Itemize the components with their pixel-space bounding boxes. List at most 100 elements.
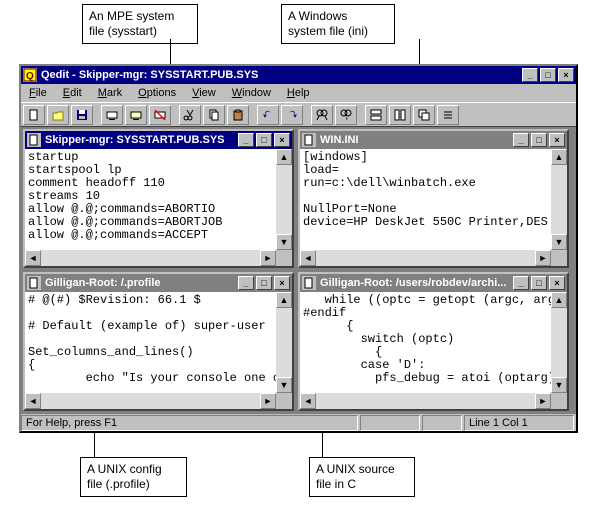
statusbar: For Help, press F1 Line 1 Col 1: [21, 413, 576, 431]
scroll-up-icon[interactable]: ▲: [276, 292, 292, 308]
menu-file[interactable]: FFileile: [23, 86, 53, 100]
scroll-down-icon[interactable]: ▼: [551, 234, 567, 250]
disconnect-icon[interactable]: [149, 105, 171, 125]
child-csrc-title: Gilligan-Root: /users/robdev/archi...: [320, 277, 511, 289]
minimize-button[interactable]: _: [513, 276, 529, 290]
maximize-button[interactable]: □: [256, 276, 272, 290]
menu-mark[interactable]: Mark: [92, 86, 128, 100]
vscrollbar[interactable]: ▲ ▼: [276, 149, 292, 250]
scroll-down-icon[interactable]: ▼: [551, 377, 567, 393]
hscrollbar[interactable]: ◄ ►: [300, 393, 567, 409]
callout-text: An MPE system file (sysstart): [89, 9, 174, 38]
scroll-left-icon[interactable]: ◄: [25, 393, 41, 409]
tile-h-icon[interactable]: [365, 105, 387, 125]
scroll-up-icon[interactable]: ▲: [276, 149, 292, 165]
child-csrc: Gilligan-Root: /users/robdev/archi... _ …: [298, 272, 569, 411]
vscrollbar[interactable]: ▲ ▼: [551, 292, 567, 393]
app-title: Qedit - Skipper-mgr: SYSSTART.PUB.SYS: [41, 69, 520, 81]
child-mpe-editor[interactable]: startup startspool lp comment headoff 11…: [25, 149, 276, 250]
child-mpe-title: Skipper-mgr: SYSSTART.PUB.SYS: [45, 134, 236, 146]
find-icon[interactable]: [311, 105, 333, 125]
minimize-button[interactable]: _: [522, 68, 538, 82]
menu-view[interactable]: View: [186, 86, 222, 100]
minimize-button[interactable]: _: [238, 133, 254, 147]
child-csrc-editor[interactable]: while ((optc = getopt (argc, arg #endif …: [300, 292, 551, 393]
scroll-right-icon[interactable]: ►: [260, 393, 276, 409]
scroll-right-icon[interactable]: ►: [535, 393, 551, 409]
cut-icon[interactable]: [179, 105, 201, 125]
hscrollbar[interactable]: ◄ ►: [25, 250, 292, 266]
paste-icon[interactable]: [227, 105, 249, 125]
child-csrc-titlebar[interactable]: Gilligan-Root: /users/robdev/archi... _ …: [300, 274, 567, 292]
new-doc-icon[interactable]: [23, 105, 45, 125]
callout-csrc: A UNIX source file in C: [309, 457, 415, 497]
close-button[interactable]: ×: [274, 133, 290, 147]
close-button[interactable]: ×: [549, 133, 565, 147]
child-profile: Gilligan-Root: /.profile _ □ × # @(#) $R…: [23, 272, 294, 411]
hscrollbar[interactable]: ◄ ►: [300, 250, 567, 266]
hscrollbar[interactable]: ◄ ►: [25, 393, 292, 409]
close-button[interactable]: ×: [558, 68, 574, 82]
connect1-icon[interactable]: [101, 105, 123, 125]
connect2-icon[interactable]: [125, 105, 147, 125]
mdi-client: Skipper-mgr: SYSSTART.PUB.SYS _ □ × star…: [21, 126, 576, 413]
scroll-corner: [276, 250, 292, 266]
callout-profile: A UNIX config file (.profile): [80, 457, 187, 497]
document-icon[interactable]: [302, 276, 316, 290]
scroll-left-icon[interactable]: ◄: [300, 393, 316, 409]
undo-icon[interactable]: [257, 105, 279, 125]
scroll-left-icon[interactable]: ◄: [25, 250, 41, 266]
open-icon[interactable]: [47, 105, 69, 125]
find-next-icon[interactable]: [335, 105, 357, 125]
scroll-corner: [276, 393, 292, 409]
child-mpe-titlebar[interactable]: Skipper-mgr: SYSSTART.PUB.SYS _ □ ×: [25, 131, 292, 149]
save-icon[interactable]: [71, 105, 93, 125]
scroll-down-icon[interactable]: ▼: [276, 377, 292, 393]
scroll-down-icon[interactable]: ▼: [276, 234, 292, 250]
maximize-button[interactable]: □: [531, 276, 547, 290]
document-icon[interactable]: [302, 133, 316, 147]
vscrollbar[interactable]: ▲ ▼: [551, 149, 567, 250]
callout-mpe: An MPE system file (sysstart): [82, 4, 198, 44]
child-profile-editor[interactable]: # @(#) $Revision: 66.1 $ # Default (exam…: [25, 292, 276, 393]
child-mpe: Skipper-mgr: SYSSTART.PUB.SYS _ □ × star…: [23, 129, 294, 268]
child-winini: WIN.INI _ □ × [windows] load= run=c:\del…: [298, 129, 569, 268]
minimize-button[interactable]: _: [238, 276, 254, 290]
vscrollbar[interactable]: ▲ ▼: [276, 292, 292, 393]
maximize-button[interactable]: □: [256, 133, 272, 147]
child-profile-titlebar[interactable]: Gilligan-Root: /.profile _ □ ×: [25, 274, 292, 292]
toolbar: [21, 102, 576, 126]
status-pos: Line 1 Col 1: [464, 415, 574, 431]
scroll-corner: [551, 393, 567, 409]
child-winini-editor[interactable]: [windows] load= run=c:\dell\winbatch.exe…: [300, 149, 551, 250]
minimize-button[interactable]: _: [513, 133, 529, 147]
scroll-right-icon[interactable]: ►: [535, 250, 551, 266]
menu-window[interactable]: Window: [226, 86, 277, 100]
tile-v-icon[interactable]: [389, 105, 411, 125]
app-titlebar[interactable]: Q Qedit - Skipper-mgr: SYSSTART.PUB.SYS …: [21, 66, 576, 84]
scroll-up-icon[interactable]: ▲: [551, 292, 567, 308]
scroll-up-icon[interactable]: ▲: [551, 149, 567, 165]
close-button[interactable]: ×: [274, 276, 290, 290]
document-icon[interactable]: [27, 133, 41, 147]
list-icon[interactable]: [437, 105, 459, 125]
child-winini-titlebar[interactable]: WIN.INI _ □ ×: [300, 131, 567, 149]
scroll-left-icon[interactable]: ◄: [300, 250, 316, 266]
menu-options[interactable]: Options: [132, 86, 182, 100]
status-blank2: [422, 415, 462, 431]
menu-edit[interactable]: Edit: [57, 86, 88, 100]
close-button[interactable]: ×: [549, 276, 565, 290]
redo-icon[interactable]: [281, 105, 303, 125]
app-window: Q Qedit - Skipper-mgr: SYSSTART.PUB.SYS …: [19, 64, 578, 433]
svg-text:Q: Q: [26, 71, 34, 82]
cascade-icon[interactable]: [413, 105, 435, 125]
document-icon[interactable]: [27, 276, 41, 290]
scroll-right-icon[interactable]: ►: [260, 250, 276, 266]
menu-help[interactable]: Help: [281, 86, 316, 100]
child-winini-title: WIN.INI: [320, 134, 511, 146]
qedit-icon[interactable]: Q: [23, 68, 37, 82]
copy-icon[interactable]: [203, 105, 225, 125]
callout-text: A Windows system file (ini): [288, 9, 368, 38]
maximize-button[interactable]: □: [540, 68, 556, 82]
maximize-button[interactable]: □: [531, 133, 547, 147]
